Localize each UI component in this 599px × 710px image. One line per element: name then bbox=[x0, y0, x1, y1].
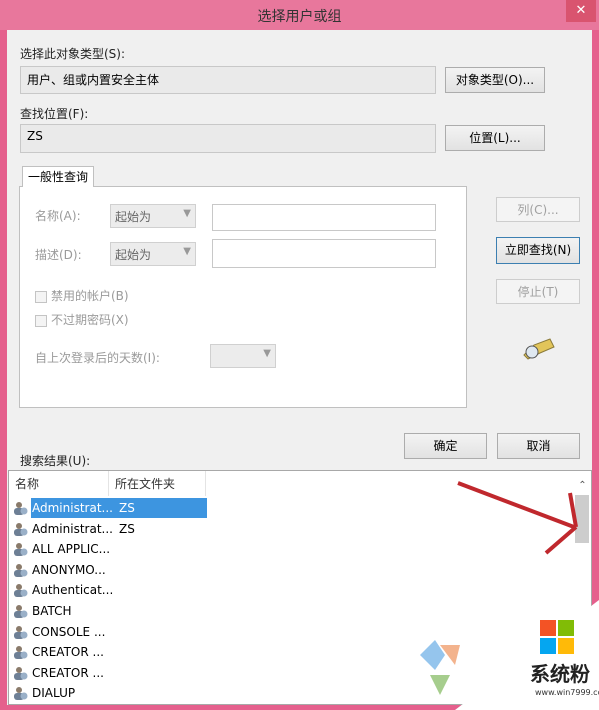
user-group-icon bbox=[14, 605, 28, 618]
row-name: ALL APPLIC... bbox=[32, 542, 111, 557]
description-input[interactable] bbox=[212, 239, 436, 268]
user-group-icon bbox=[14, 625, 28, 639]
red-arrow-annotation bbox=[457, 481, 578, 555]
row-name: Administrat... bbox=[32, 521, 113, 536]
close-button[interactable]: ✕ bbox=[566, 0, 596, 22]
window-title: 选择用户或组 bbox=[257, 9, 342, 25]
row-name: CONSOLE ... bbox=[32, 624, 106, 639]
user-group-icon bbox=[14, 502, 28, 515]
table-row[interactable]: Authenticat... bbox=[13, 580, 207, 600]
name-mode-select[interactable]: 起始为 ▼ bbox=[110, 204, 196, 228]
row-name: ANONYMO... bbox=[32, 562, 106, 577]
days-since-logon-label: 自上次登录后的天数(I): bbox=[35, 351, 160, 365]
user-group-icon bbox=[14, 522, 28, 536]
row-name: Administrat... bbox=[31, 498, 116, 518]
search-flashlight-icon bbox=[523, 338, 555, 360]
disabled-accounts-checkbox[interactable]: 禁用的帐户(B) bbox=[35, 287, 129, 304]
column-header-folder[interactable]: 所在文件夹 bbox=[109, 471, 206, 496]
table-row[interactable]: BATCH bbox=[13, 601, 207, 621]
user-group-icon bbox=[14, 584, 28, 598]
table-row[interactable]: ANONYMO... bbox=[13, 560, 207, 580]
checkbox-box bbox=[35, 290, 47, 303]
table-row[interactable]: Administrat... ZS bbox=[13, 519, 207, 539]
chevron-down-icon: ▼ bbox=[183, 246, 191, 257]
chevron-down-icon: ▼ bbox=[263, 348, 271, 359]
row-folder: ZS bbox=[116, 498, 207, 518]
object-types-button[interactable]: 对象类型(O)... bbox=[445, 67, 545, 93]
location-label: 查找位置(F): bbox=[20, 107, 89, 121]
watermark-brand: 系统粉 bbox=[530, 662, 590, 686]
table-row[interactable]: CREATOR ... bbox=[13, 663, 207, 683]
description-mode-value: 起始为 bbox=[115, 248, 152, 262]
table-row[interactable]: DIALUP bbox=[13, 683, 207, 703]
name-input[interactable] bbox=[212, 204, 436, 231]
row-name: CREATOR ... bbox=[32, 645, 104, 660]
stop-button[interactable]: 停止(T) bbox=[496, 279, 580, 304]
location-field: ZS bbox=[20, 124, 436, 153]
table-row[interactable]: ALL APPLIC... bbox=[13, 539, 207, 559]
description-mode-select[interactable]: 起始为 ▼ bbox=[110, 242, 196, 266]
name-mode-value: 起始为 bbox=[115, 210, 152, 224]
row-name: CREATOR ... bbox=[32, 665, 104, 680]
watermark-url: www.win7999.com bbox=[535, 688, 599, 697]
object-type-label: 选择此对象类型(S): bbox=[20, 47, 126, 61]
checkbox-box bbox=[35, 314, 47, 327]
columns-button[interactable]: 列(C)... bbox=[496, 197, 580, 222]
cancel-button[interactable]: 取消 bbox=[497, 433, 580, 459]
object-type-field: 用户、组或内置安全主体 bbox=[20, 66, 436, 94]
find-now-button[interactable]: 立即查找(N) bbox=[496, 237, 580, 264]
user-group-icon bbox=[14, 543, 28, 557]
tab-general-queries[interactable]: 一般性查询 bbox=[22, 166, 94, 187]
row-name: BATCH bbox=[32, 604, 72, 618]
table-row[interactable]: CONSOLE ... bbox=[13, 622, 207, 642]
user-group-icon bbox=[14, 687, 28, 701]
row-name: DIALUP bbox=[32, 686, 76, 701]
user-group-icon bbox=[14, 563, 28, 577]
non-expiring-password-label: 不过期密码(X) bbox=[51, 313, 129, 327]
row-name: Authenticat... bbox=[32, 583, 114, 598]
non-expiring-password-checkbox[interactable]: 不过期密码(X) bbox=[35, 311, 129, 328]
user-group-icon bbox=[14, 666, 28, 680]
user-group-icon bbox=[14, 646, 28, 660]
table-row[interactable]: CREATOR ... bbox=[13, 642, 207, 662]
column-header-name[interactable]: 名称 bbox=[9, 471, 109, 496]
locations-button[interactable]: 位置(L)... bbox=[445, 125, 545, 151]
disabled-accounts-label: 禁用的帐户(B) bbox=[51, 289, 129, 303]
chevron-down-icon: ▼ bbox=[183, 208, 191, 219]
days-since-logon-select[interactable]: ▼ bbox=[210, 344, 276, 368]
search-results-label: 搜索结果(U): bbox=[20, 454, 91, 468]
row-folder: ZS bbox=[119, 521, 135, 536]
name-label: 名称(A): bbox=[35, 209, 81, 223]
table-row[interactable]: Administrat... ZS bbox=[13, 498, 207, 518]
ok-button[interactable]: 确定 bbox=[404, 433, 487, 459]
description-label: 描述(D): bbox=[35, 248, 82, 262]
